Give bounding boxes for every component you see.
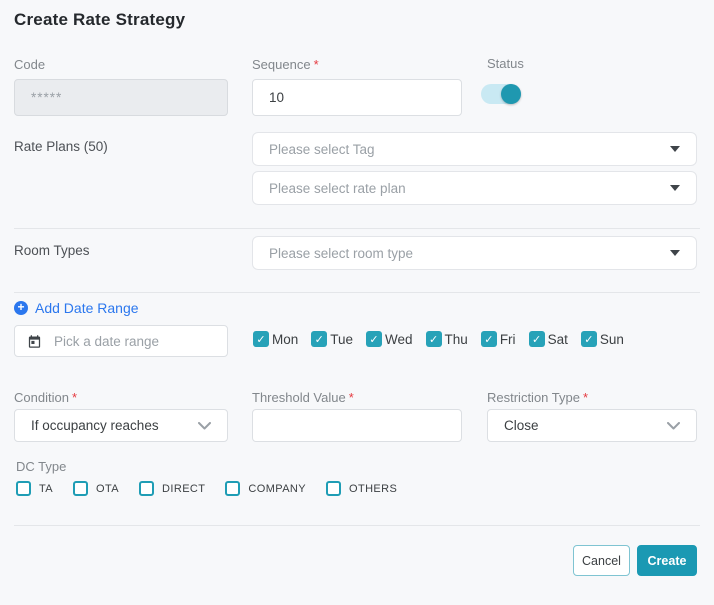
checked-checkbox-icon: ✓ xyxy=(311,331,327,347)
threshold-label: Threshold Value* xyxy=(252,390,354,405)
dc-type-company[interactable]: COMPANY xyxy=(225,481,306,496)
required-asterisk: * xyxy=(583,390,588,405)
sequence-input[interactable] xyxy=(267,90,447,105)
code-label: Code xyxy=(14,57,45,72)
room-type-select[interactable]: Please select room type xyxy=(252,236,697,270)
threshold-field-wrapper xyxy=(252,409,462,442)
restriction-type-select[interactable]: Close xyxy=(487,409,697,442)
cancel-button[interactable]: Cancel xyxy=(573,545,630,576)
code-field-wrapper xyxy=(14,79,228,116)
dc-type-others[interactable]: OTHERS xyxy=(326,481,397,496)
create-rate-strategy-dialog: Create Rate Strategy Code Sequence* Stat… xyxy=(0,0,714,605)
tag-select-placeholder: Please select Tag xyxy=(269,142,375,157)
unchecked-checkbox-icon xyxy=(225,481,240,496)
create-button[interactable]: Create xyxy=(637,545,697,576)
room-type-select-placeholder: Please select room type xyxy=(269,246,413,261)
date-range-field-wrapper xyxy=(14,325,228,357)
condition-label: Condition* xyxy=(14,390,77,405)
condition-value: If occupancy reaches xyxy=(31,418,159,433)
calendar-icon xyxy=(27,334,42,349)
checked-checkbox-icon: ✓ xyxy=(366,331,382,347)
rate-plan-select[interactable]: Please select rate plan xyxy=(252,171,697,205)
section-divider xyxy=(14,228,700,229)
unchecked-checkbox-icon xyxy=(139,481,154,496)
toggle-knob xyxy=(501,84,521,104)
dc-type-direct[interactable]: DIRECT xyxy=(139,481,205,496)
weekday-sat[interactable]: ✓ Sat xyxy=(529,331,568,347)
rate-plans-label: Rate Plans (50) xyxy=(14,139,108,154)
dc-type-checkbox-row: TA OTA DIRECT COMPANY OTHERS xyxy=(16,481,397,496)
sequence-label: Sequence* xyxy=(252,57,319,72)
weekday-thu[interactable]: ✓ Thu xyxy=(426,331,468,347)
section-divider xyxy=(14,292,700,293)
weekday-sun[interactable]: ✓ Sun xyxy=(581,331,624,347)
threshold-input[interactable] xyxy=(267,418,447,433)
add-circle-icon: + xyxy=(14,301,28,315)
unchecked-checkbox-icon xyxy=(73,481,88,496)
chevron-down-icon xyxy=(667,422,680,430)
status-toggle[interactable] xyxy=(481,84,521,104)
weekday-wed[interactable]: ✓ Wed xyxy=(366,331,413,347)
footer-divider xyxy=(14,525,700,526)
condition-select[interactable]: If occupancy reaches xyxy=(14,409,228,442)
add-date-range-link[interactable]: + Add Date Range xyxy=(14,300,139,316)
dc-type-label: DC Type xyxy=(16,459,66,474)
checked-checkbox-icon: ✓ xyxy=(581,331,597,347)
required-asterisk: * xyxy=(314,57,319,72)
checked-checkbox-icon: ✓ xyxy=(481,331,497,347)
unchecked-checkbox-icon xyxy=(16,481,31,496)
required-asterisk: * xyxy=(349,390,354,405)
status-label: Status xyxy=(487,56,524,71)
sequence-field-wrapper xyxy=(252,79,462,116)
add-date-range-label: Add Date Range xyxy=(35,300,139,316)
checked-checkbox-icon: ✓ xyxy=(253,331,269,347)
rate-plan-select-placeholder: Please select rate plan xyxy=(269,181,406,196)
caret-down-icon xyxy=(670,250,680,256)
checked-checkbox-icon: ✓ xyxy=(426,331,442,347)
weekday-mon[interactable]: ✓ Mon xyxy=(253,331,298,347)
weekday-checkbox-row: ✓ Mon ✓ Tue ✓ Wed ✓ Thu ✓ Fri ✓ Sat ✓ Su… xyxy=(253,331,624,347)
room-types-label: Room Types xyxy=(14,243,90,258)
tag-select[interactable]: Please select Tag xyxy=(252,132,697,166)
chevron-down-icon xyxy=(198,422,211,430)
weekday-fri[interactable]: ✓ Fri xyxy=(481,331,516,347)
weekday-tue[interactable]: ✓ Tue xyxy=(311,331,353,347)
date-range-input[interactable] xyxy=(52,334,215,349)
checked-checkbox-icon: ✓ xyxy=(529,331,545,347)
restriction-label: Restriction Type* xyxy=(487,390,588,405)
required-asterisk: * xyxy=(72,390,77,405)
dc-type-ota[interactable]: OTA xyxy=(73,481,119,496)
unchecked-checkbox-icon xyxy=(326,481,341,496)
restriction-value: Close xyxy=(504,418,539,433)
code-input[interactable] xyxy=(29,90,213,105)
caret-down-icon xyxy=(670,185,680,191)
page-title: Create Rate Strategy xyxy=(14,10,185,30)
dc-type-ta[interactable]: TA xyxy=(16,481,53,496)
caret-down-icon xyxy=(670,146,680,152)
